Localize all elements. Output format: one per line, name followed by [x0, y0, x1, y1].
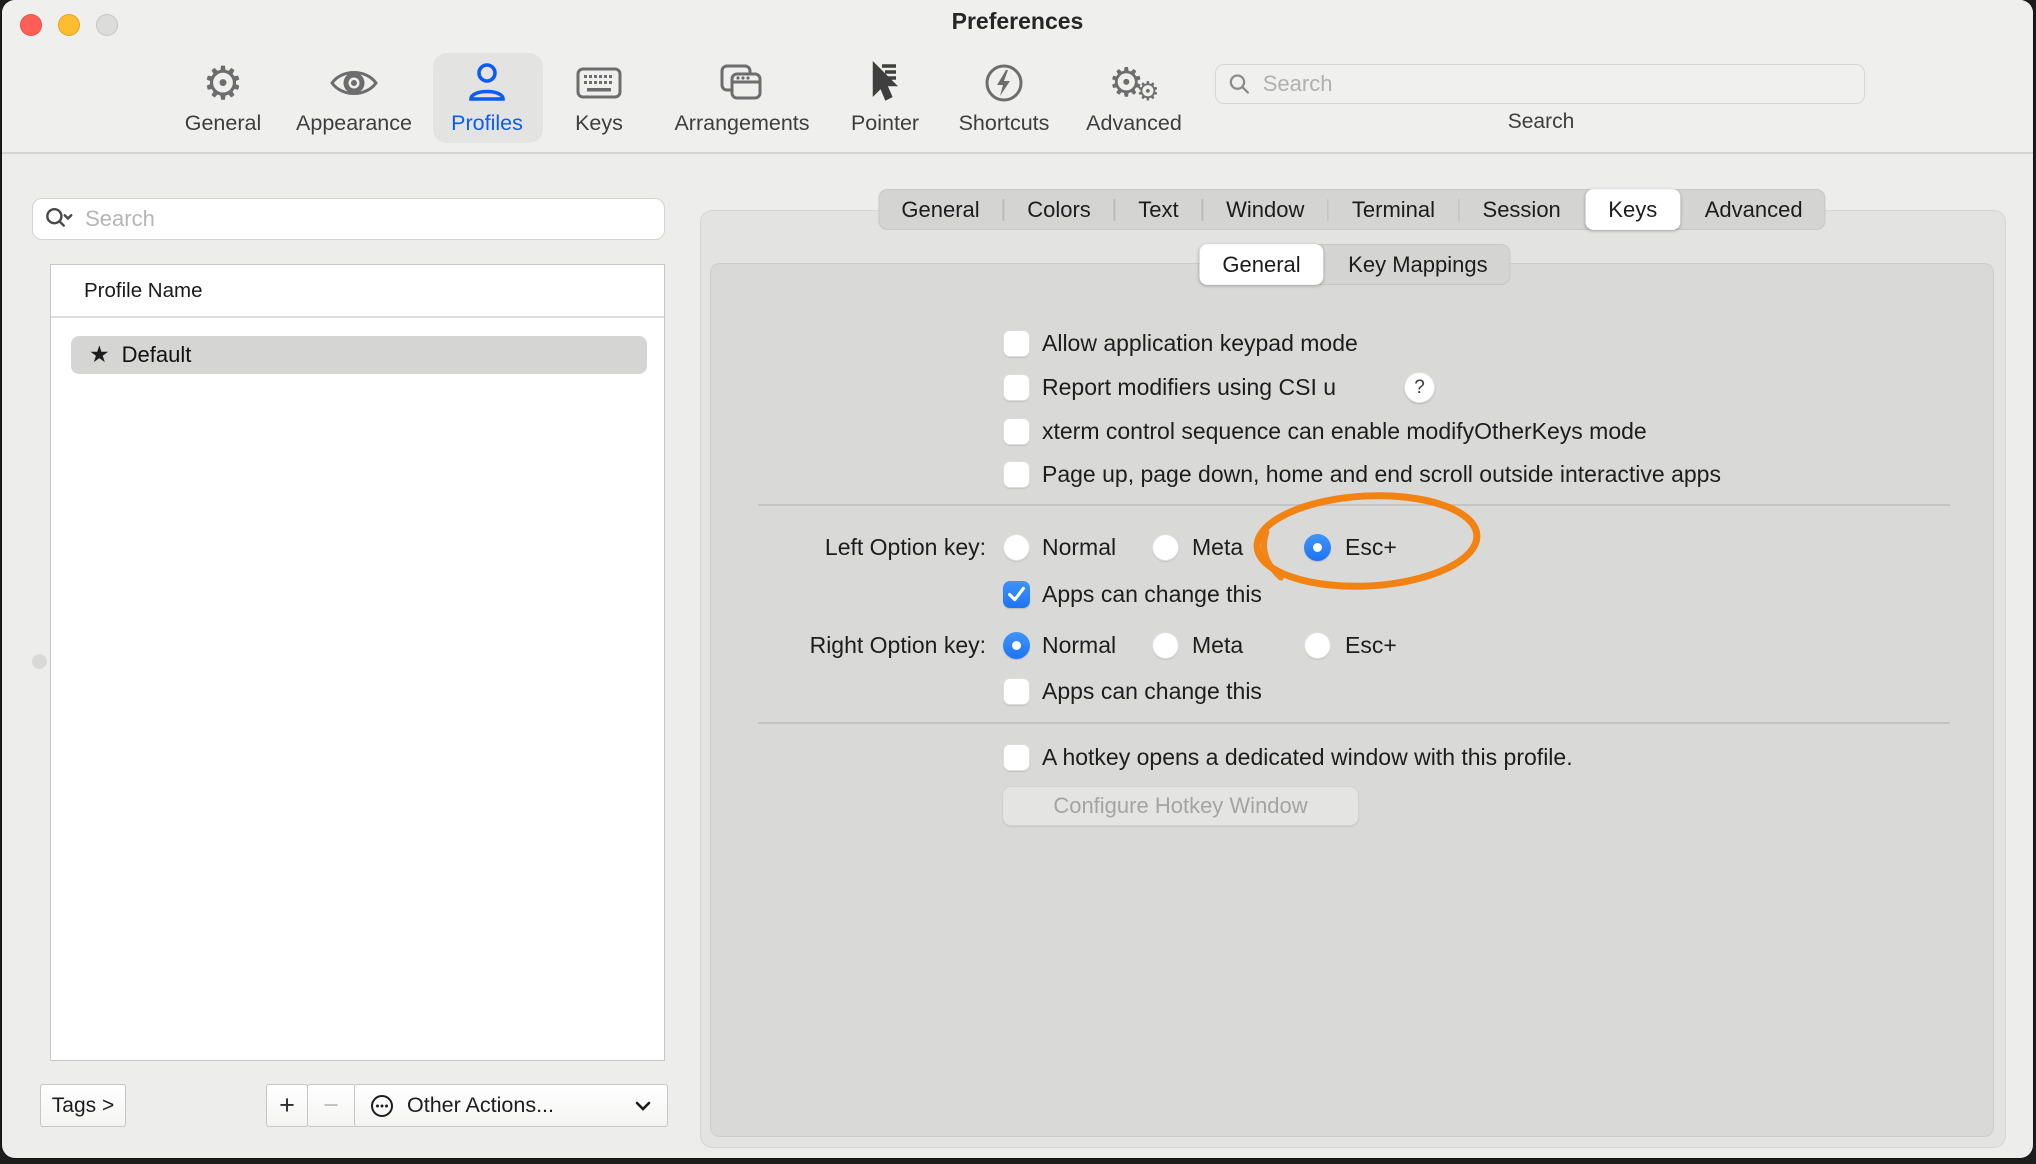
gear-icon: ⚙: [148, 55, 298, 111]
right-option-key-label: Right Option key:: [692, 632, 986, 659]
toolbar-label: Appearance: [279, 111, 429, 135]
toolbar-search-field[interactable]: [1215, 64, 1865, 104]
checkbox-label[interactable]: Apps can change this: [1042, 581, 1262, 608]
radio-label[interactable]: Meta: [1192, 632, 1243, 659]
eye-icon: [279, 55, 429, 111]
keyboard-icon: [524, 55, 674, 111]
add-profile-button[interactable]: +: [266, 1084, 308, 1127]
toolbar-label: General: [148, 111, 298, 135]
checkbox-label[interactable]: A hotkey opens a dedicated window with t…: [1042, 744, 1573, 771]
section-divider: [758, 722, 1950, 724]
tab-window[interactable]: Window: [1203, 189, 1327, 230]
minus-icon: −: [323, 1090, 339, 1121]
preferences-window: Preferences ⚙ General Appearance Profile…: [2, 0, 2033, 1158]
other-actions-label: Other Actions...: [407, 1093, 554, 1118]
checkbox-left-apps-change[interactable]: [1003, 581, 1030, 608]
star-icon: ★: [89, 342, 110, 368]
subtab-general[interactable]: General: [1199, 244, 1323, 285]
radio-left-esc[interactable]: [1304, 534, 1331, 561]
profile-section-tabs: General Colors Text Window Terminal Sess…: [878, 189, 1825, 230]
toolbar-search-input[interactable]: [1261, 70, 1852, 98]
profile-list-header: Profile Name: [84, 279, 203, 303]
configure-hotkey-window-button[interactable]: Configure Hotkey Window: [1002, 786, 1359, 826]
radio-label[interactable]: Normal: [1042, 534, 1116, 561]
lightning-icon: [929, 55, 1079, 111]
other-actions-dropdown[interactable]: Other Actions...: [354, 1084, 668, 1127]
tab-colors[interactable]: Colors: [1004, 189, 1114, 230]
checkbox-label[interactable]: Apps can change this: [1042, 678, 1262, 705]
search-icon: [1228, 72, 1251, 96]
toolbar-separator: [2, 152, 2033, 154]
profile-name: Default: [122, 342, 192, 368]
chevron-down-icon: [633, 1099, 653, 1113]
toolbar-label: Shortcuts: [929, 111, 1079, 135]
ellipsis-circle-icon: [369, 1093, 395, 1119]
header-divider: [51, 316, 664, 318]
profile-row-default[interactable]: ★ Default: [71, 336, 647, 374]
radio-label[interactable]: Normal: [1042, 632, 1116, 659]
plus-icon: +: [279, 1090, 295, 1121]
checkbox-hotkey-window[interactable]: [1003, 744, 1030, 771]
checkbox-keypad-mode[interactable]: [1003, 330, 1030, 357]
radio-right-meta[interactable]: [1152, 632, 1179, 659]
toolbar-item-arrangements[interactable]: Arrangements: [667, 55, 817, 145]
search-scope-icon: [45, 206, 73, 232]
screenshot-stage: Preferences ⚙ General Appearance Profile…: [0, 0, 2036, 1164]
radio-right-normal[interactable]: [1003, 632, 1030, 659]
radio-right-esc[interactable]: [1304, 632, 1331, 659]
subtab-key-mappings[interactable]: Key Mappings: [1325, 244, 1510, 285]
splitter-handle[interactable]: [32, 654, 47, 669]
radio-label[interactable]: Esc+: [1345, 534, 1397, 561]
tab-text[interactable]: Text: [1115, 189, 1201, 230]
window-title: Preferences: [2, 8, 2033, 35]
gears-icon: ⚙⚙: [1059, 55, 1209, 111]
toolbar-label: Keys: [524, 111, 674, 135]
profile-search-input[interactable]: [83, 205, 652, 233]
tab-session[interactable]: Session: [1460, 189, 1584, 230]
radio-label[interactable]: Esc+: [1345, 632, 1397, 659]
checkbox-page-scroll[interactable]: [1003, 461, 1030, 488]
remove-profile-button[interactable]: −: [307, 1084, 356, 1127]
tab-keys[interactable]: Keys: [1585, 189, 1680, 230]
checkbox-modify-other-keys[interactable]: [1003, 418, 1030, 445]
keys-general-pane: [710, 263, 1994, 1137]
profile-list: Profile Name ★ Default: [50, 264, 665, 1061]
radio-left-meta[interactable]: [1152, 534, 1179, 561]
toolbar-item-keys[interactable]: Keys: [524, 55, 674, 145]
toolbar-item-advanced[interactable]: ⚙⚙ Advanced: [1059, 55, 1209, 145]
toolbar-item-shortcuts[interactable]: Shortcuts: [929, 55, 1079, 145]
tab-terminal[interactable]: Terminal: [1329, 189, 1458, 230]
toolbar-item-appearance[interactable]: Appearance: [279, 55, 429, 145]
keys-subsection-tabs: General Key Mappings: [1199, 244, 1510, 285]
tags-label: Tags >: [52, 1094, 114, 1118]
toolbar-item-general[interactable]: ⚙ General: [148, 55, 298, 145]
toolbar-label: Advanced: [1059, 111, 1209, 135]
windows-icon: [667, 55, 817, 111]
checkbox-label[interactable]: Page up, page down, home and end scroll …: [1042, 461, 1721, 488]
radio-label[interactable]: Meta: [1192, 534, 1243, 561]
tab-general[interactable]: General: [878, 189, 1002, 230]
profile-search-field[interactable]: [32, 198, 665, 240]
section-divider: [758, 504, 1950, 506]
tab-advanced[interactable]: Advanced: [1682, 189, 1826, 230]
radio-left-normal[interactable]: [1003, 534, 1030, 561]
toolbar-search-caption: Search: [1441, 110, 1641, 134]
help-button[interactable]: ?: [1404, 372, 1435, 403]
checkbox-label[interactable]: xterm control sequence can enable modify…: [1042, 418, 1647, 445]
left-option-key-label: Left Option key:: [692, 534, 986, 561]
checkbox-right-apps-change[interactable]: [1003, 678, 1030, 705]
checkbox-csi-u[interactable]: [1003, 374, 1030, 401]
tags-button[interactable]: Tags >: [40, 1084, 126, 1127]
toolbar-label: Arrangements: [667, 111, 817, 135]
checkbox-label[interactable]: Report modifiers using CSI u: [1042, 374, 1336, 401]
checkbox-label[interactable]: Allow application keypad mode: [1042, 330, 1358, 357]
